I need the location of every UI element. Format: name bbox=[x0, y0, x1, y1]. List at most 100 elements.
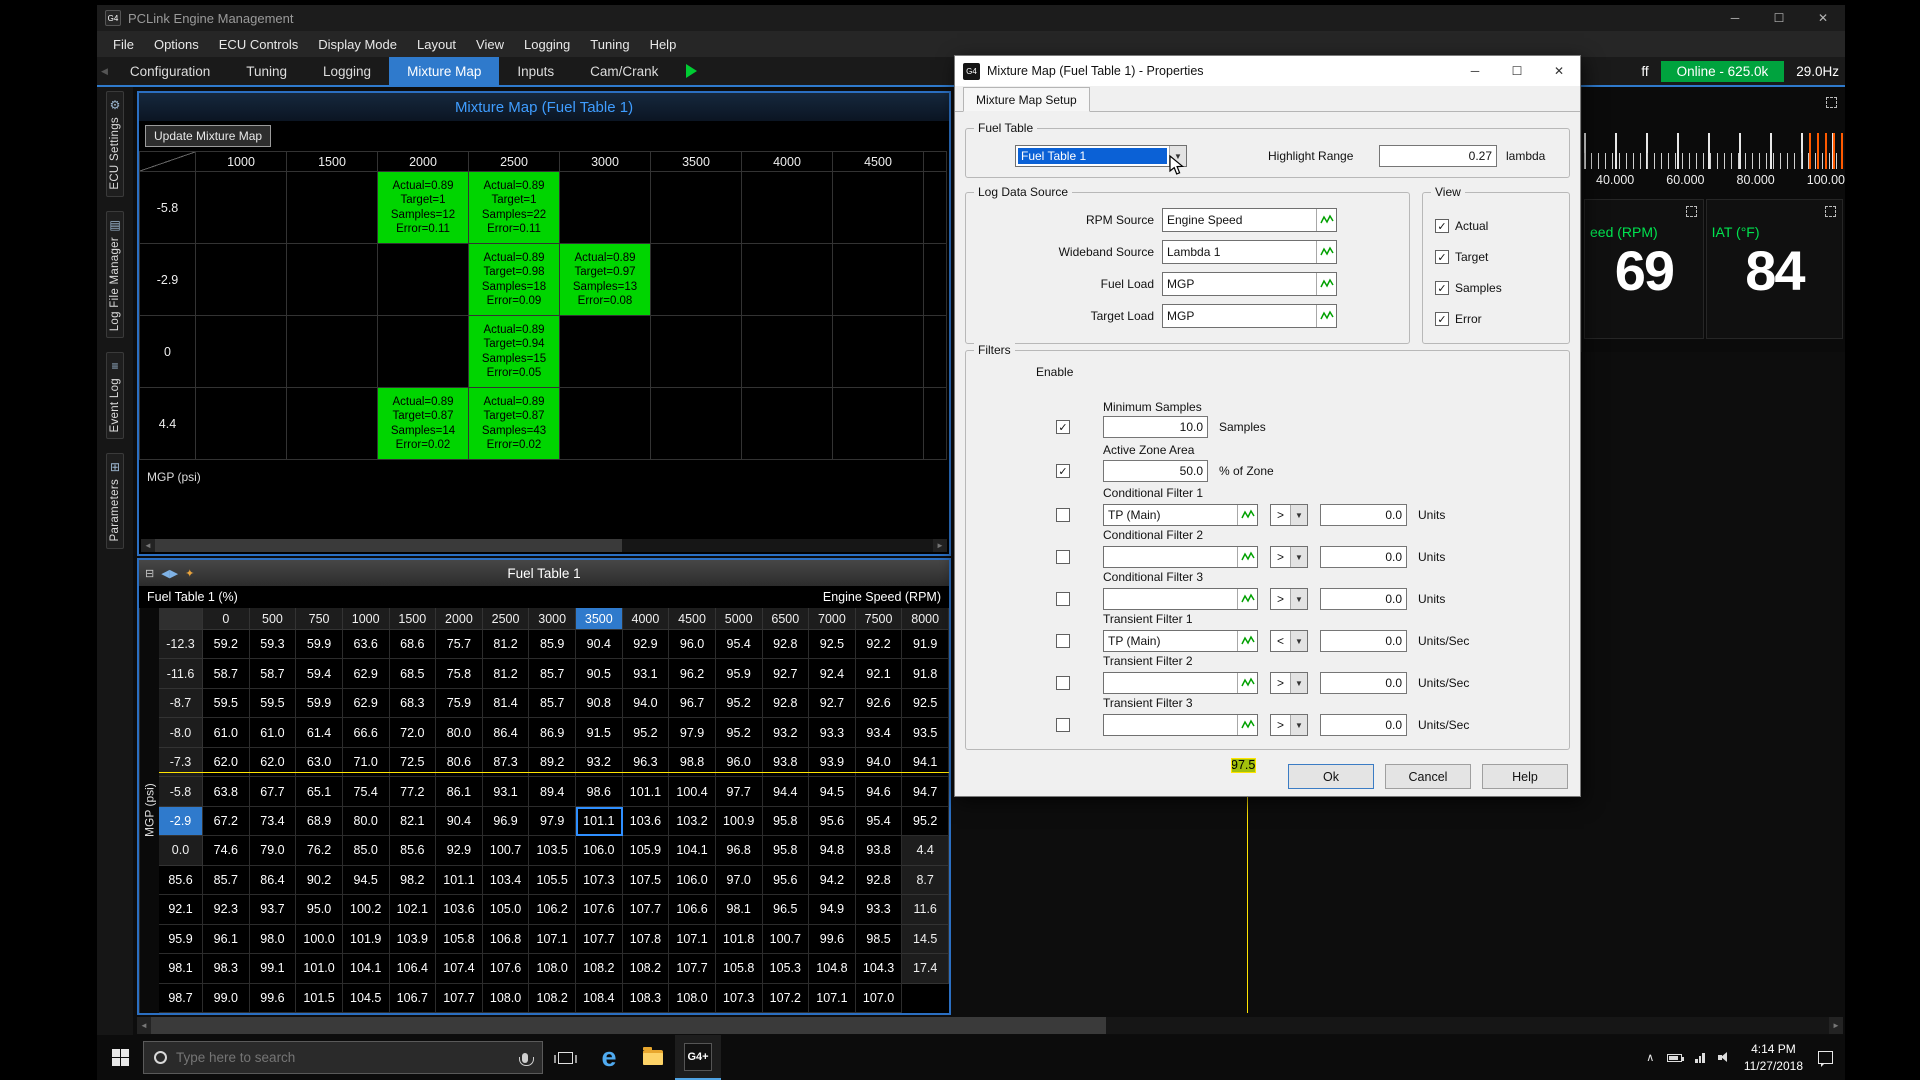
fuel-table-cell[interactable]: 107.2 bbox=[763, 984, 810, 1013]
fuel-table-col-header[interactable]: 6500 bbox=[763, 608, 810, 630]
fuel-table-cell[interactable]: 94.9 bbox=[809, 895, 856, 924]
active-zone-area-value-input[interactable]: 50.0 bbox=[1103, 460, 1208, 482]
fuel-table-row-header[interactable]: -11.6 bbox=[159, 659, 203, 688]
fuel-table-row-header[interactable]: -8.0 bbox=[159, 718, 203, 747]
update-mixture-map-button[interactable]: Update Mixture Map bbox=[145, 125, 271, 147]
fuel-table-cell[interactable]: 92.8 bbox=[763, 630, 810, 659]
waveform-icon[interactable] bbox=[1316, 241, 1336, 263]
fuel-table-cell[interactable]: 93.7 bbox=[250, 895, 297, 924]
mixture-map-cell[interactable] bbox=[833, 172, 924, 244]
mixture-map-cell[interactable] bbox=[287, 244, 378, 316]
fuel-table-cell[interactable]: 104.5 bbox=[343, 984, 390, 1013]
mixture-map-cell[interactable] bbox=[196, 172, 287, 244]
tab-mixture-map[interactable]: Mixture Map bbox=[389, 57, 499, 85]
checkbox-target[interactable] bbox=[1435, 250, 1449, 264]
mixture-map-cell[interactable] bbox=[287, 388, 378, 460]
fuel-table-cell[interactable]: 95.2 bbox=[716, 718, 763, 747]
fuel-table-cell[interactable]: 107.0 bbox=[856, 984, 903, 1013]
fuel-table-cell[interactable]: 93.8 bbox=[856, 836, 903, 865]
fuel-table-cell[interactable]: 68.5 bbox=[390, 659, 437, 688]
fuel-table-cell[interactable]: 107.5 bbox=[623, 866, 670, 895]
fuel-table-cell[interactable]: 106.4 bbox=[390, 954, 437, 983]
fuel-table-cell[interactable]: 108.2 bbox=[623, 954, 670, 983]
fuel-table-col-header[interactable]: 1500 bbox=[390, 608, 437, 630]
dialog-minimize-button[interactable]: ─ bbox=[1454, 56, 1496, 86]
fuel-table-cell[interactable]: 85.7 bbox=[529, 689, 576, 718]
fuel-table-col-header[interactable]: 2000 bbox=[436, 608, 483, 630]
fuel-table-cell[interactable]: 107.6 bbox=[483, 954, 530, 983]
fuel-table-cell[interactable]: 92.8 bbox=[856, 866, 903, 895]
fuel-table-cell[interactable]: 61.4 bbox=[296, 718, 343, 747]
fuel-table-col-header[interactable]: 7000 bbox=[809, 608, 856, 630]
horizontal-scrollbar[interactable] bbox=[137, 1017, 1843, 1034]
mixture-map-cell[interactable]: Actual=0.89Target=1Samples=12Error=0.11 bbox=[378, 172, 469, 244]
fuel-table-cell[interactable]: 94.0 bbox=[623, 689, 670, 718]
highlight-icon[interactable]: ✦ bbox=[185, 567, 194, 580]
fuel-table-cell[interactable]: 106.0 bbox=[576, 836, 623, 865]
fuel-table-cell[interactable]: 103.6 bbox=[623, 807, 670, 836]
search-input[interactable] bbox=[176, 1050, 513, 1065]
close-button[interactable]: ✕ bbox=[1801, 5, 1845, 31]
fuel-table-cell[interactable]: 95.2 bbox=[902, 807, 949, 836]
fuel-table-row-header[interactable]: 4.4 bbox=[902, 836, 949, 865]
fuel-table-cell[interactable]: 86.1 bbox=[436, 777, 483, 806]
menu-item-file[interactable]: File bbox=[103, 31, 144, 57]
menu-item-view[interactable]: View bbox=[466, 31, 514, 57]
fuel-table-cell[interactable]: 93.3 bbox=[809, 718, 856, 747]
fuel-table-cell[interactable]: 93.1 bbox=[623, 659, 670, 688]
fuel-table-cell[interactable]: 93.3 bbox=[856, 895, 903, 924]
fuel-table-cell[interactable]: 92.6 bbox=[856, 689, 903, 718]
fuel-table-col-header[interactable]: 7500 bbox=[856, 608, 903, 630]
rpm-source-combo[interactable]: Engine Speed bbox=[1162, 208, 1337, 232]
fuel-table-cell[interactable]: 72.0 bbox=[390, 718, 437, 747]
fuel-table-cell[interactable]: 108.3 bbox=[623, 984, 670, 1013]
fuel-table-cell[interactable]: 105.3 bbox=[763, 954, 810, 983]
fuel-table-row-header[interactable]: -12.3 bbox=[159, 630, 203, 659]
mixture-map-cell[interactable]: Actual=0.89Target=0.94Samples=15Error=0.… bbox=[469, 316, 560, 388]
fuel-table-cell[interactable]: 104.1 bbox=[343, 954, 390, 983]
mixture-map-cell[interactable] bbox=[560, 172, 651, 244]
tab-inputs[interactable]: Inputs bbox=[499, 57, 572, 85]
mixture-map-cell[interactable] bbox=[833, 388, 924, 460]
fuel-table-cell[interactable]: 90.4 bbox=[436, 807, 483, 836]
fuel-table-cell[interactable]: 95.6 bbox=[809, 807, 856, 836]
scrollbar-thumb[interactable] bbox=[151, 1017, 1106, 1034]
volume-icon[interactable] bbox=[1718, 1052, 1731, 1063]
tab-mixture-map-setup[interactable]: Mixture Map Setup bbox=[963, 87, 1090, 112]
maximize-button[interactable]: ☐ bbox=[1757, 5, 1801, 31]
fuel-table-cell[interactable]: 96.1 bbox=[203, 925, 250, 954]
fuel-table-cell[interactable]: 107.7 bbox=[669, 954, 716, 983]
checkbox-active-zone-area[interactable] bbox=[1056, 464, 1070, 478]
fuel-table-cell[interactable]: 107.1 bbox=[669, 925, 716, 954]
mixture-map-cell[interactable] bbox=[651, 316, 742, 388]
fuel-table-cell[interactable]: 62.9 bbox=[343, 659, 390, 688]
network-icon[interactable] bbox=[1695, 1053, 1705, 1063]
fuel-table-cell[interactable]: 108.0 bbox=[669, 984, 716, 1013]
fuel-table-cell[interactable]: 90.4 bbox=[576, 630, 623, 659]
fuel-table-cell[interactable]: 63.8 bbox=[203, 777, 250, 806]
battery-icon[interactable] bbox=[1667, 1054, 1682, 1062]
fuel-table-cell[interactable]: 108.0 bbox=[529, 954, 576, 983]
fuel-table-cell[interactable]: 96.7 bbox=[669, 689, 716, 718]
tab-logging[interactable]: Logging bbox=[305, 57, 389, 85]
table-arrows-icon[interactable]: ◀▶ bbox=[161, 567, 178, 580]
fuel-table-cell[interactable]: 95.9 bbox=[716, 659, 763, 688]
fuel-table-cell[interactable]: 107.7 bbox=[576, 925, 623, 954]
menu-item-options[interactable]: Options bbox=[144, 31, 209, 57]
fuel-table-cell[interactable]: 85.6 bbox=[390, 836, 437, 865]
expand-icon[interactable] bbox=[1686, 206, 1697, 217]
fuel-table-cell[interactable]: 95.2 bbox=[623, 718, 670, 747]
transient-filter-1-operator-combo[interactable]: < bbox=[1270, 630, 1308, 652]
fuel-table-cell[interactable]: 98.3 bbox=[203, 954, 250, 983]
mixture-map-cell[interactable] bbox=[196, 316, 287, 388]
fuel-table-col-header[interactable]: 5000 bbox=[716, 608, 763, 630]
transient-filter-2-operator-combo[interactable]: > bbox=[1270, 672, 1308, 694]
mixture-map-cell[interactable] bbox=[651, 172, 742, 244]
minimize-button[interactable]: ─ bbox=[1713, 5, 1757, 31]
fuel-table-cell[interactable]: 99.6 bbox=[809, 925, 856, 954]
fuel-table-cell[interactable]: 105.9 bbox=[623, 836, 670, 865]
tab-tuning[interactable]: Tuning bbox=[228, 57, 305, 85]
task-view-button[interactable] bbox=[543, 1035, 587, 1080]
fuel-table-cell[interactable]: 86.4 bbox=[483, 718, 530, 747]
target-load-combo[interactable]: MGP bbox=[1162, 304, 1337, 328]
